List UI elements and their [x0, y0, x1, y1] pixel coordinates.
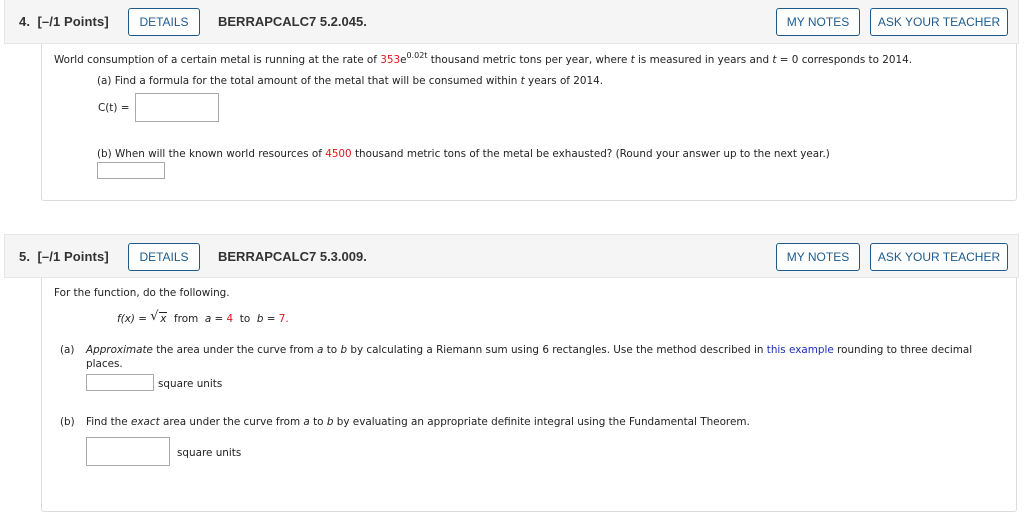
period: .	[285, 313, 289, 325]
units-label: square units	[158, 378, 223, 390]
prompt-text: Find the	[86, 416, 131, 428]
exact-area-input[interactable]	[86, 437, 170, 466]
prompt-text: by calculating a Riemann sum using 6 rec…	[347, 344, 767, 356]
part-a-prompt: (a) Find a formula for the total amount …	[97, 75, 603, 87]
question-code: BERRAPCALC7 5.3.009.	[218, 249, 367, 264]
prompt-text: to	[323, 344, 341, 356]
radical-sign: √	[150, 309, 159, 324]
part-b-prompt: Find the exact area under the curve from…	[86, 416, 750, 428]
details-button[interactable]: DETAILS	[128, 243, 200, 271]
problem-statement: World consumption of a certain metal is …	[54, 51, 913, 67]
problem-intro: For the function, do the following.	[54, 287, 230, 299]
variable-a: a	[204, 313, 212, 325]
question-body: World consumption of a certain metal is …	[41, 44, 1017, 201]
this-example-link[interactable]: this example	[767, 344, 834, 356]
ask-teacher-button[interactable]: ASK YOUR TEACHER	[870, 243, 1008, 271]
lower-bound: 4	[226, 313, 234, 325]
part-a-label: (a)	[60, 344, 75, 356]
points-label: [–/1 Points]	[37, 249, 109, 264]
part-b-prompt: (b) When will the known world resources …	[97, 148, 830, 160]
radicand: x	[160, 313, 167, 325]
statement-text: is measured in years and	[634, 54, 773, 66]
answer-label-ct: C(t) =	[98, 102, 130, 114]
statement-text: = 0 corresponds to 2014.	[776, 54, 913, 66]
statement-text: World consumption of a certain metal is …	[54, 54, 381, 66]
points-label: [–/1 Points]	[37, 14, 109, 29]
prompt-text: years of 2014.	[524, 75, 604, 87]
part-b-label: (b)	[60, 416, 75, 428]
my-notes-button[interactable]: MY NOTES	[776, 243, 860, 271]
square-root: √ x	[150, 309, 168, 325]
prompt-text: to	[309, 416, 327, 428]
exhaustion-year-input[interactable]	[97, 162, 165, 179]
prompt-text: rounding to three decimal	[833, 344, 973, 356]
rate-exponent: 0.02t	[406, 51, 428, 60]
riemann-sum-input[interactable]	[86, 374, 154, 391]
question-code: BERRAPCALC7 5.2.045.	[218, 14, 367, 29]
units-label: square units	[177, 447, 242, 459]
details-button[interactable]: DETAILS	[128, 8, 200, 36]
from-label: from	[174, 313, 199, 325]
prompt-text: (b) When will the known world resources …	[97, 148, 326, 160]
prompt-text: by evaluating an appropriate definite in…	[333, 416, 750, 428]
question-number-points: 5. [–/1 Points]	[19, 249, 109, 264]
prompt-text: thousand metric tons of the metal be exh…	[351, 148, 830, 160]
to-label: to	[239, 313, 251, 325]
ask-teacher-button[interactable]: ASK YOUR TEACHER	[870, 8, 1008, 36]
prompt-text: (a) Find a formula for the total amount …	[97, 75, 521, 87]
equals-sign: =	[214, 313, 224, 325]
prompt-text: the area under the curve from	[152, 344, 318, 356]
resource-amount: 4500	[325, 148, 352, 160]
emphasis-approximate: Approximate	[86, 344, 153, 356]
prompt-text: area under the curve from	[159, 416, 304, 428]
question-header: 5. [–/1 Points] DETAILS BERRAPCALC7 5.3.…	[4, 234, 1019, 278]
part-a-prompt: Approximate the area under the curve fro…	[86, 344, 972, 356]
function-lhs: f(x) =	[117, 313, 147, 325]
equals-sign: =	[266, 313, 276, 325]
variable-b: b	[256, 313, 264, 325]
question-number: 4.	[19, 14, 31, 29]
emphasis-exact: exact	[130, 416, 160, 428]
question-body: For the function, do the following. f(x)…	[41, 278, 1017, 512]
question-header: 4. [–/1 Points] DETAILS BERRAPCALC7 5.2.…	[4, 0, 1019, 44]
my-notes-button[interactable]: MY NOTES	[776, 8, 860, 36]
rate-coefficient: 353	[380, 54, 401, 66]
ct-answer-input[interactable]	[135, 93, 219, 122]
function-definition: f(x) = √ x from a = 4 to b = 7.	[117, 309, 289, 325]
part-a-prompt-line2: places.	[86, 358, 123, 370]
question-number: 5.	[19, 249, 31, 264]
statement-text: thousand metric tons per year, where	[427, 54, 631, 66]
question-number-points: 4. [–/1 Points]	[19, 14, 109, 29]
